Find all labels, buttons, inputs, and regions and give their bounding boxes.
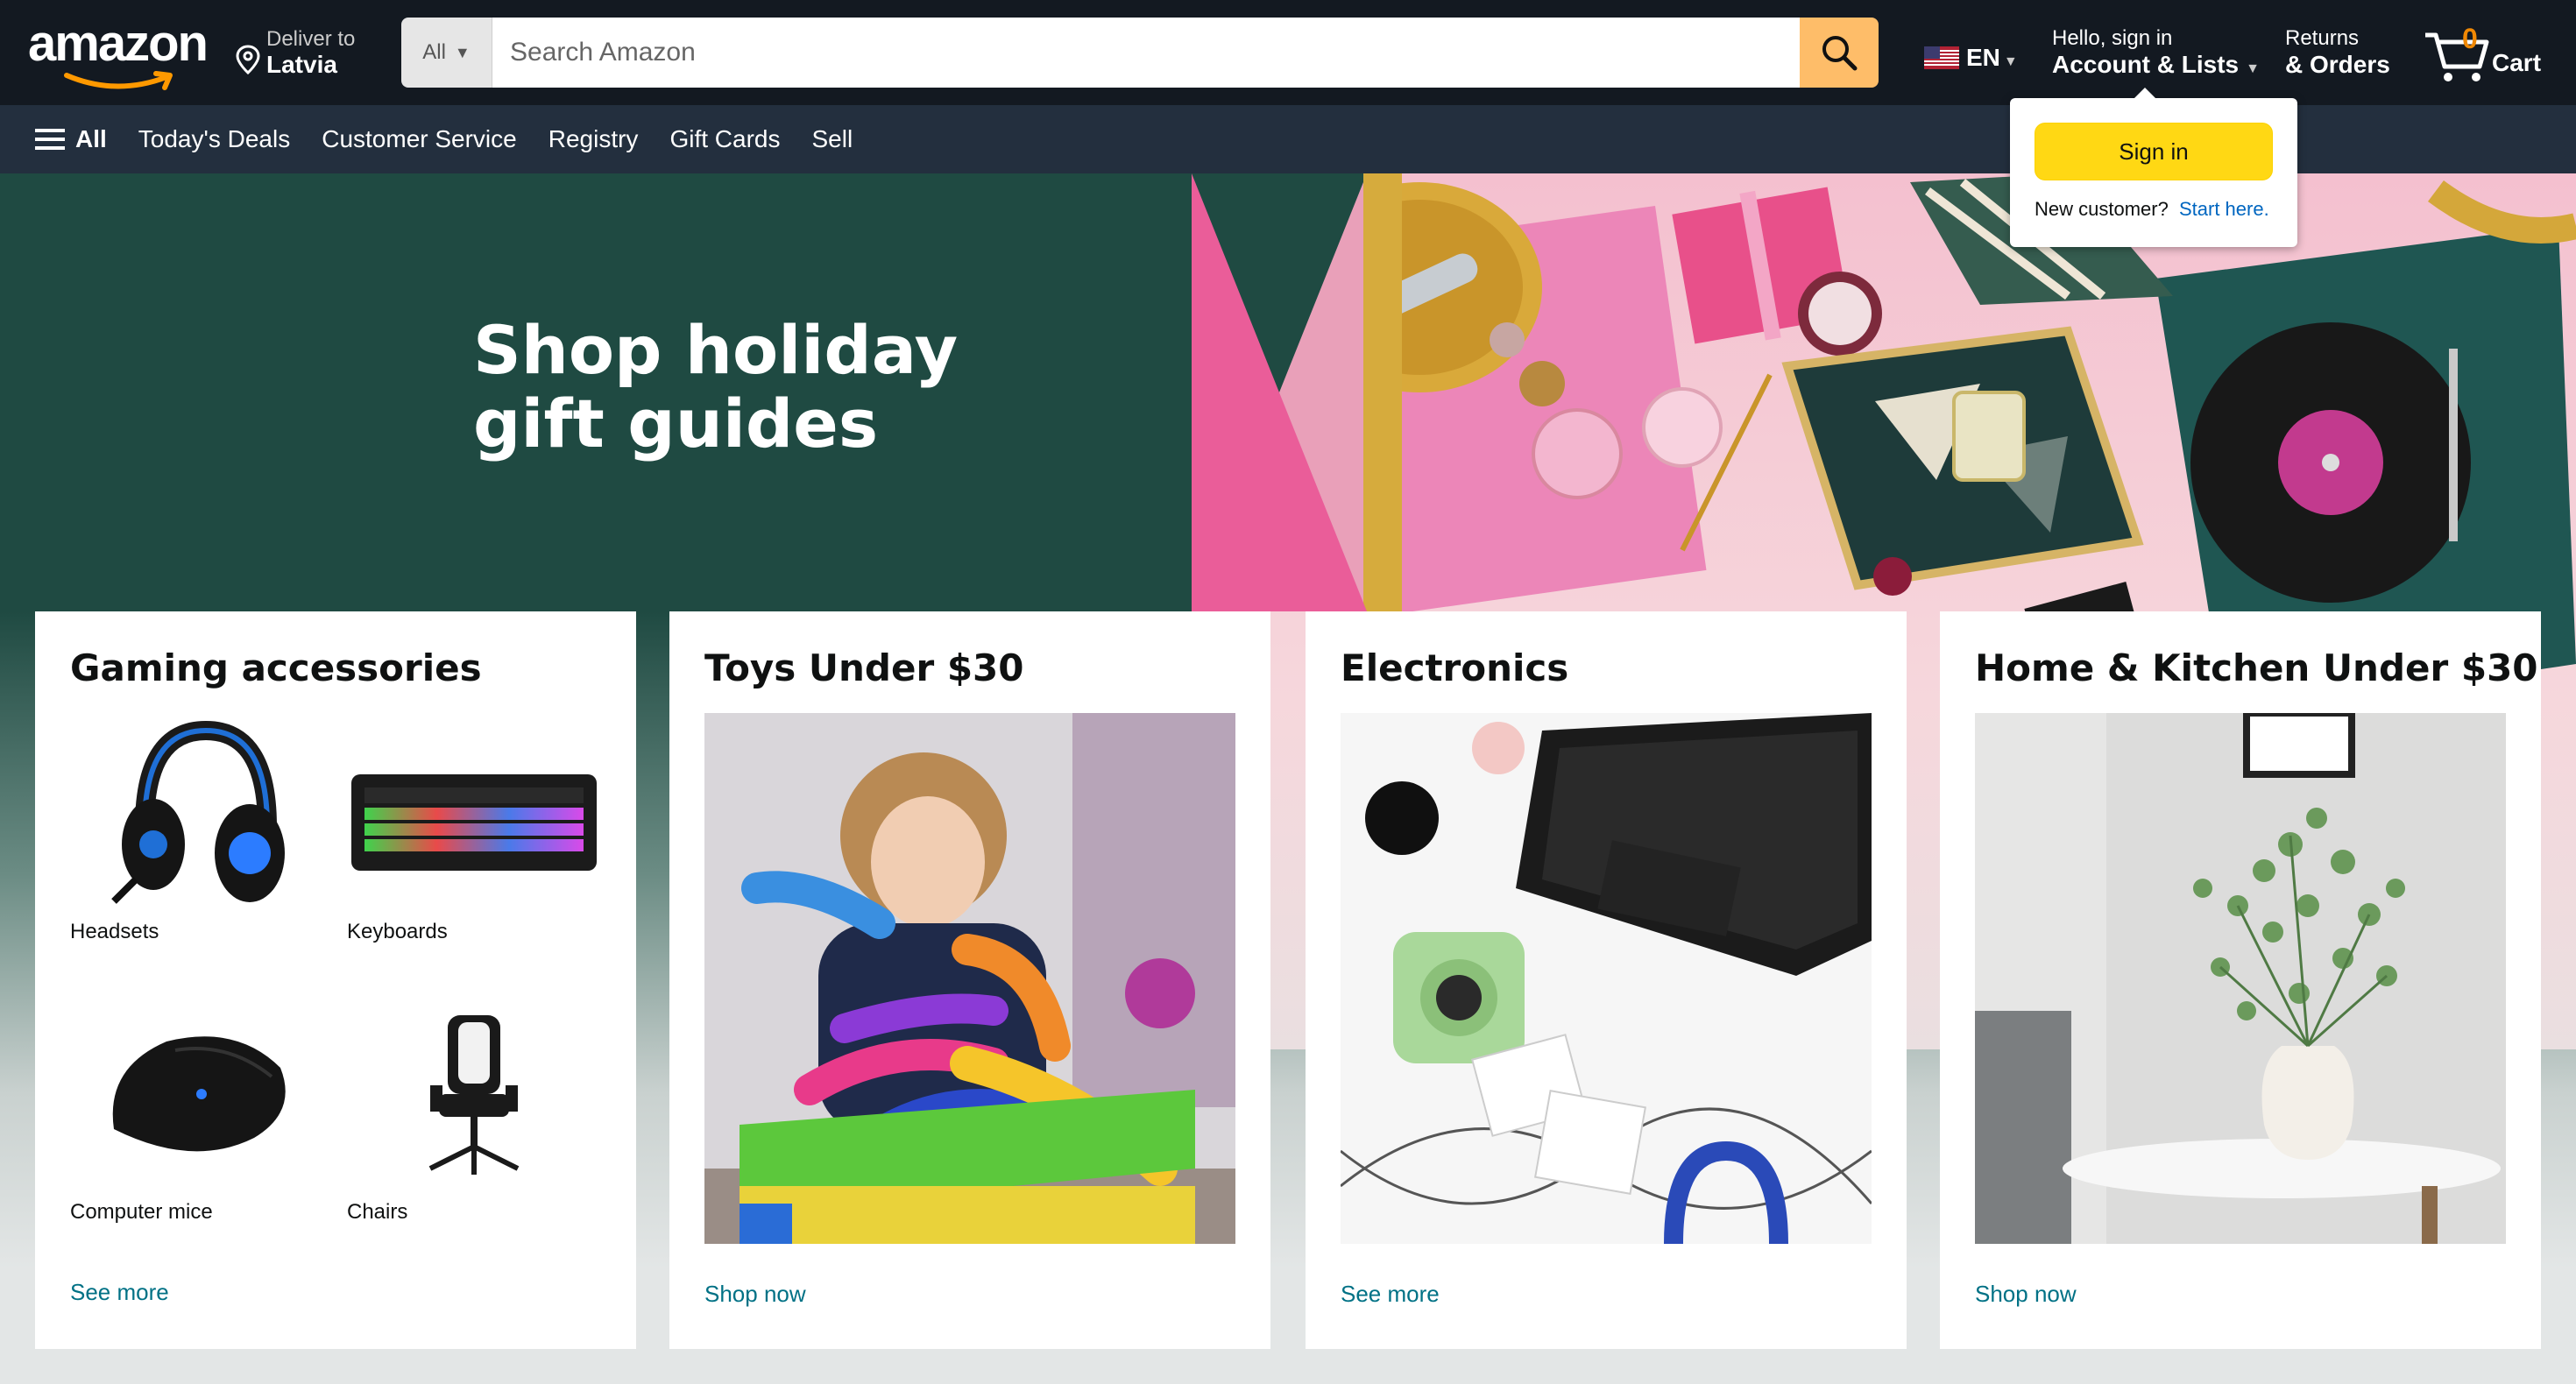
account-greeting: Hello, sign in (2052, 26, 2173, 50)
deliver-country: Latvia (266, 51, 337, 78)
start-here-link[interactable]: Start here. (2179, 198, 2269, 220)
see-more-link[interactable]: See more (70, 1279, 169, 1306)
keyboard-image (347, 713, 601, 914)
hero-title[interactable]: Shop holiday gift guides (473, 314, 958, 461)
search-icon (1822, 36, 1858, 71)
quad-label: Keyboards (347, 920, 448, 943)
amazon-homepage: amazon Deliver to Latvia All ▼ Search Am… (0, 0, 2576, 1384)
search-bar: All ▼ (401, 18, 1879, 88)
hero-title-line1: Shop holiday (473, 311, 959, 389)
nav-todays-deals[interactable]: Today's Deals (138, 125, 290, 153)
smile-arrow-icon (64, 71, 173, 90)
caret-down-icon: ▼ (2246, 61, 2260, 76)
nav-sell[interactable]: Sell (811, 125, 853, 153)
account-lists-label: Account & Lists (2052, 51, 2240, 78)
hamburger-menu-icon (35, 129, 65, 150)
shop-now-link[interactable]: Shop now (1975, 1281, 2077, 1308)
quad-label: Headsets (70, 920, 159, 943)
nav-customer-service[interactable]: Customer Service (322, 125, 517, 153)
caret-down-icon: ▼ (2003, 54, 2018, 69)
signin-flyout: Sign in New customer? Start here. (2010, 88, 2297, 247)
headset-image (70, 713, 324, 914)
search-category-dropdown[interactable]: All ▼ (401, 18, 492, 88)
location-pin-icon (236, 45, 260, 74)
cart-icon (2425, 32, 2489, 81)
card-gaming-accessories: Gaming accessories Headsets Keyboards Co… (35, 611, 636, 1349)
returns-orders[interactable]: Returns & Orders (2285, 26, 2390, 79)
card-electronics: Electronics See more (1306, 611, 1907, 1349)
card-toys-under-30: Toys Under $30 Shop now (669, 611, 1270, 1349)
card-home-kitchen-under-30: Home & Kitchen Under $30 Shop now (1940, 611, 2541, 1349)
shop-now-link[interactable]: Shop now (704, 1281, 806, 1308)
account-menu[interactable]: Hello, sign in Account & Lists ▼ (2052, 26, 2260, 83)
card-title: Home & Kitchen Under $30 (1975, 646, 2538, 689)
cart-count: 0 (2462, 23, 2478, 54)
quad-item-chairs[interactable]: Chairs (347, 993, 601, 1225)
mouse-image (70, 993, 324, 1195)
all-label: All (75, 125, 107, 152)
search-button[interactable] (1800, 18, 1879, 88)
us-flag-icon (1924, 46, 1959, 69)
quad-item-keyboards[interactable]: Keyboards (347, 713, 601, 944)
quad-label: Computer mice (70, 1200, 213, 1224)
quad-label: Chairs (347, 1200, 408, 1224)
caret-down-icon: ▼ (454, 43, 471, 61)
logo-text: amazon (28, 15, 209, 72)
deliver-label: Deliver to (266, 27, 356, 51)
orders-label: & Orders (2285, 51, 2390, 78)
search-category-label: All (422, 40, 446, 64)
returns-label: Returns (2285, 26, 2360, 50)
amazon-logo[interactable]: amazon (28, 15, 209, 90)
quad-item-computer-mice[interactable]: Computer mice (70, 993, 324, 1225)
home-kitchen-image[interactable] (1975, 713, 2506, 1244)
card-title: Gaming accessories (70, 646, 482, 689)
language-code: EN (1966, 44, 2000, 71)
electronics-image[interactable] (1341, 713, 1872, 1244)
new-customer-text: New customer? (2035, 198, 2169, 220)
signin-button[interactable]: Sign in (2035, 123, 2273, 180)
chair-image (347, 993, 601, 1195)
hero-title-line2: gift guides (473, 385, 879, 463)
deliver-to[interactable]: Deliver to Latvia (235, 26, 355, 79)
all-menu-button[interactable]: All (35, 125, 107, 153)
card-title: Electronics (1341, 646, 1569, 689)
language-selector[interactable]: EN ▼ (1924, 44, 2018, 72)
card-title: Toys Under $30 (704, 646, 1024, 689)
cart-button[interactable]: 0 Cart (2422, 23, 2562, 84)
quad-item-headsets[interactable]: Headsets (70, 713, 324, 944)
search-input[interactable] (492, 18, 1800, 88)
nav-registry[interactable]: Registry (548, 125, 639, 153)
new-customer-row: New customer? Start here. (2035, 198, 2269, 221)
cart-label: Cart (2492, 49, 2542, 76)
toys-image[interactable] (704, 713, 1235, 1244)
popover-arrow (2133, 88, 2157, 100)
see-more-link[interactable]: See more (1341, 1281, 1440, 1308)
nav-gift-cards[interactable]: Gift Cards (669, 125, 780, 153)
top-navbar: amazon Deliver to Latvia All ▼ Search Am… (0, 0, 2576, 105)
